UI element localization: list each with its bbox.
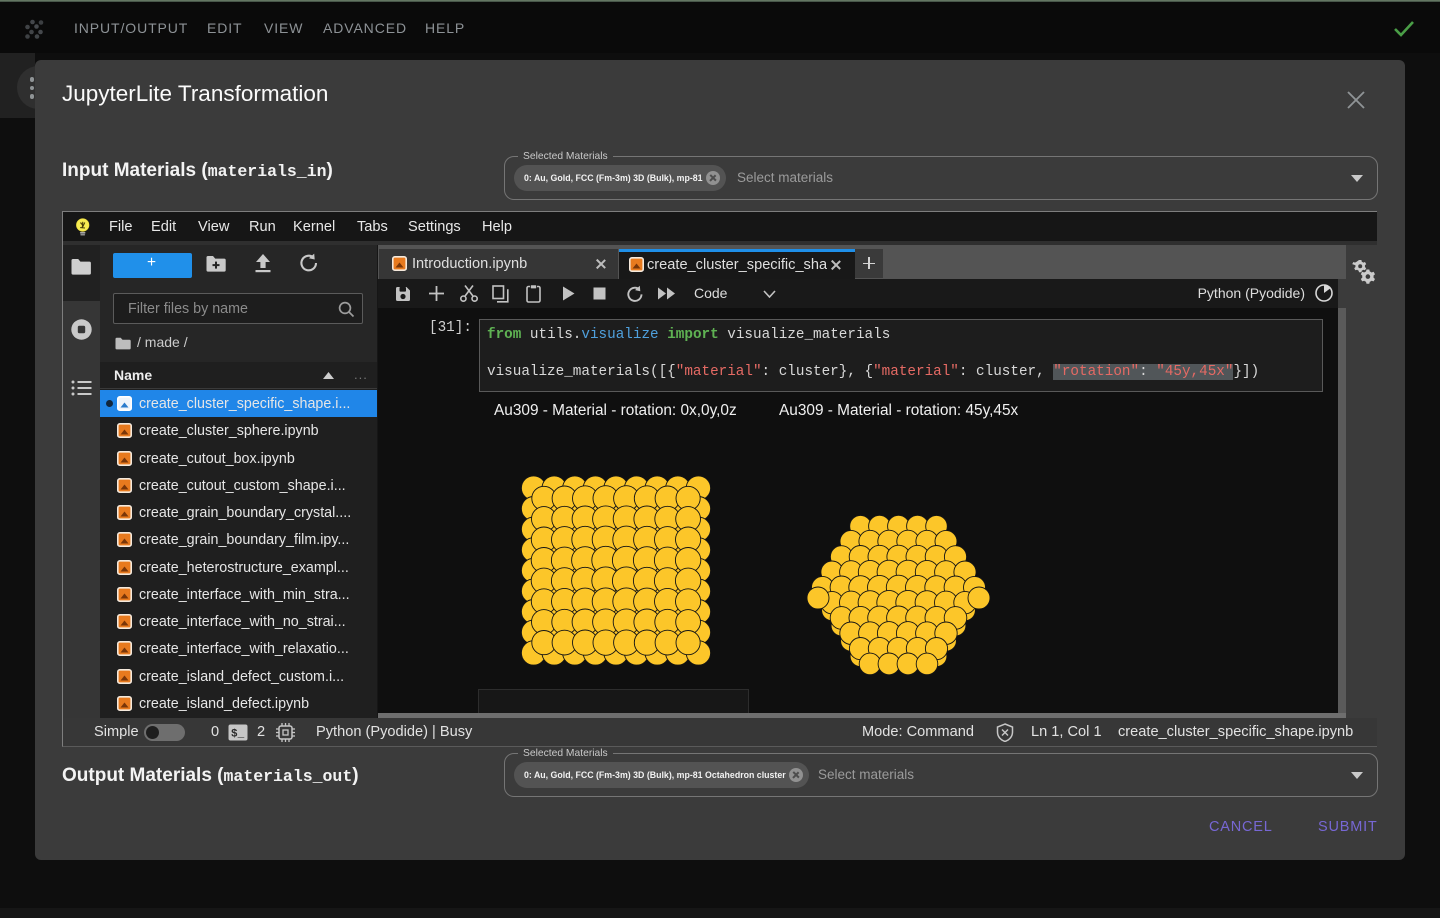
svg-text:$_: $_: [231, 729, 245, 741]
